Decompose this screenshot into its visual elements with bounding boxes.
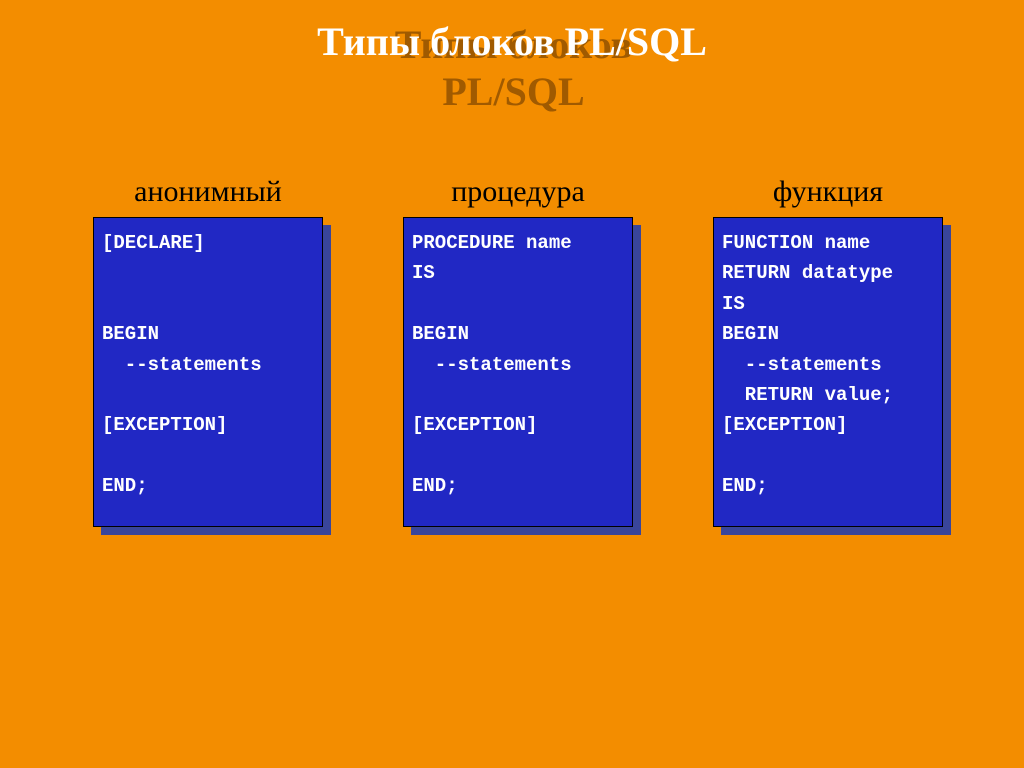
slide: Типы блоков PL/SQL Типы блоков PL/SQL ан… (0, 0, 1024, 768)
column-function: функция FUNCTION name RETURN datatype IS… (688, 175, 968, 527)
code-text-procedure: PROCEDURE name IS BEGIN --statements [EX… (412, 228, 624, 502)
column-label-anonymous: анонимный (134, 175, 282, 209)
code-box: FUNCTION name RETURN datatype IS BEGIN -… (713, 217, 943, 527)
code-text-anonymous: [DECLARE] BEGIN --statements [EXCEPTION]… (102, 228, 314, 502)
slide-title: Типы блоков PL/SQL Типы блоков PL/SQL (317, 18, 707, 65)
code-box: [DECLARE] BEGIN --statements [EXCEPTION]… (93, 217, 323, 527)
column-label-function: функция (773, 175, 883, 209)
code-block-function: FUNCTION name RETURN datatype IS BEGIN -… (713, 217, 943, 527)
code-text-function: FUNCTION name RETURN datatype IS BEGIN -… (722, 228, 934, 502)
code-box: PROCEDURE name IS BEGIN --statements [EX… (403, 217, 633, 527)
column-procedure: процедура PROCEDURE name IS BEGIN --stat… (378, 175, 658, 527)
title-text: Типы блоков PL/SQL (317, 19, 707, 64)
column-anonymous: анонимный [DECLARE] BEGIN --statements [… (68, 175, 348, 527)
columns-row: анонимный [DECLARE] BEGIN --statements [… (68, 175, 968, 527)
code-block-anonymous: [DECLARE] BEGIN --statements [EXCEPTION]… (93, 217, 323, 527)
column-label-procedure: процедура (451, 175, 585, 209)
title-container: Типы блоков PL/SQL Типы блоков PL/SQL (0, 18, 1024, 65)
code-block-procedure: PROCEDURE name IS BEGIN --statements [EX… (403, 217, 633, 527)
